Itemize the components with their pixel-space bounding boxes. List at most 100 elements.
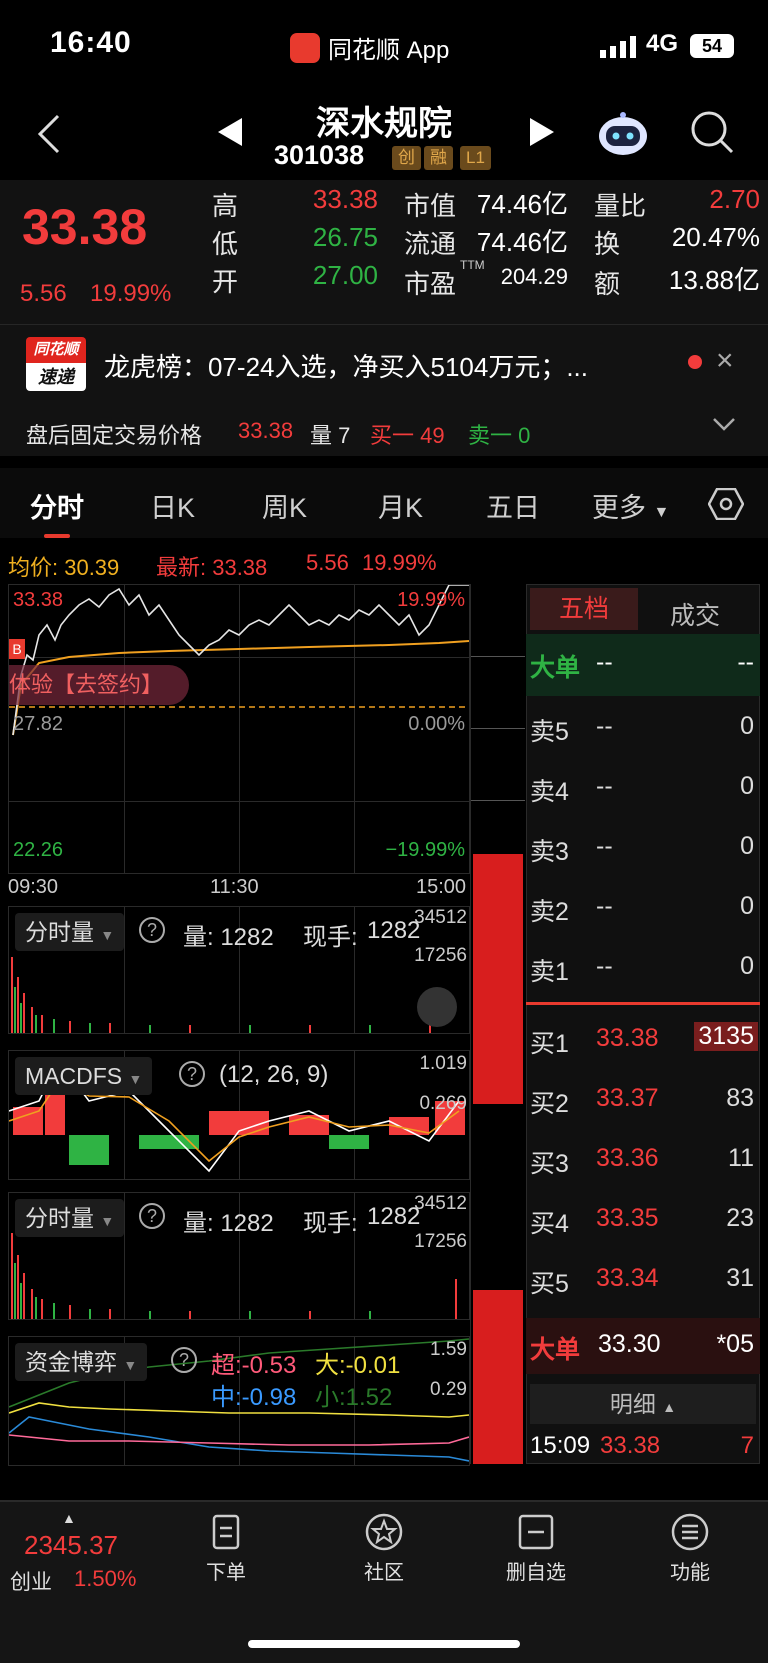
news-flash[interactable]: 同花顺 速递 龙虎榜：07-24入选，净买入5104万元；... [0, 324, 768, 404]
buy-row[interactable]: 买4 33.35 23 [526, 1190, 760, 1250]
buy-row[interactable]: 买1 33.38 3135 [526, 1010, 760, 1070]
price-change: 5.56 [20, 280, 67, 307]
news-text[interactable]: 龙虎榜：07-24入选，净买入5104万元；... [104, 347, 664, 384]
nav-community[interactable]: 社区 [334, 1512, 434, 1585]
sell-row[interactable]: 卖1 -- 0 [526, 938, 760, 998]
big-order-row-buy[interactable]: 大单 33.30 *05 [526, 1318, 760, 1374]
caret-down-icon: ▼ [653, 504, 670, 521]
sign-contract-banner[interactable]: 体验【去签约】 [9, 665, 190, 705]
amount-label: 额 [594, 269, 621, 299]
fund-max: 1.59 [430, 1339, 467, 1360]
settings-hex-icon[interactable] [708, 488, 744, 520]
macd-max: 1.019 [419, 1053, 467, 1074]
auction-strip [470, 584, 525, 1464]
help-icon[interactable]: ? [179, 1061, 205, 1087]
unread-dot-icon [688, 355, 702, 369]
sell-price: -- [596, 832, 613, 860]
sell-row[interactable]: 卖3 -- 0 [526, 818, 760, 878]
detail-toggle[interactable]: 明细 ▲ [530, 1384, 756, 1424]
big-order-price: -- [596, 648, 613, 676]
stock-name: 深水规院 [316, 105, 452, 143]
volume2-qty: 量: 1282 [183, 1210, 274, 1237]
volume2-indicator-select[interactable]: 分时量 ▼ [15, 1199, 125, 1237]
nav-remove-watchlist[interactable]: 删自选 [486, 1512, 586, 1585]
fund-flow-panel[interactable]: 资金博弈 ▼ ? 超:-0.53 大:-0.01 中:-0.98 小:1.52 … [8, 1336, 470, 1466]
menu-circle-icon [671, 1513, 709, 1551]
latest-pct: 19.99% [362, 550, 437, 575]
sell-row[interactable]: 卖4 -- 0 [526, 758, 760, 818]
sell-label: 卖1 [530, 958, 569, 986]
sell-vol: 0 [740, 712, 754, 740]
volume2-max: 34512 [414, 1193, 467, 1214]
after-hours-ask: 卖一 0 [468, 423, 531, 448]
sell-price: -- [596, 712, 613, 740]
tab-five-day[interactable]: 五日 [486, 486, 540, 525]
tab-monthly-k[interactable]: 月K [378, 486, 423, 525]
tab-intraday[interactable]: 分时 [30, 486, 84, 525]
sell-row[interactable]: 卖2 -- 0 [526, 878, 760, 938]
nav-order[interactable]: 下单 [176, 1512, 276, 1585]
chart-bot-price: 22.26 [13, 839, 64, 861]
tab-daily-k[interactable]: 日K [150, 486, 195, 525]
index-value[interactable]: 2345.37 [24, 1530, 118, 1561]
robot-assistant-icon[interactable] [598, 112, 648, 156]
active-tab-indicator [44, 534, 70, 538]
index-name: 创业 [10, 1571, 52, 1594]
latest-change: 5.56 [306, 550, 349, 575]
tab-weekly-k[interactable]: 周K [262, 486, 307, 525]
time-start: 09:30 [8, 876, 59, 898]
chevron-down-icon[interactable] [712, 416, 736, 432]
macd-panel[interactable]: MACDFS ▼ ? (12, 26, 9) 1.019 0.269 [8, 1050, 470, 1180]
sell-label: 卖4 [530, 778, 569, 806]
nav-remove-label: 删自选 [506, 1562, 566, 1584]
order-doc-icon [212, 1514, 240, 1550]
buy-vol: 31 [726, 1264, 754, 1292]
fund-indicator-select[interactable]: 资金博弈 ▼ [15, 1343, 148, 1381]
nav-community-label: 社区 [364, 1562, 404, 1584]
tab-trades[interactable]: 成交 [670, 596, 720, 632]
buy-label: 买5 [530, 1270, 569, 1298]
sell-row[interactable]: 卖5 -- 0 [526, 698, 760, 758]
big-order-row-sell[interactable]: 大单 -- -- [526, 634, 760, 696]
expand-icon[interactable] [417, 987, 457, 1027]
volume-max: 34512 [414, 907, 467, 928]
after-hours-row[interactable]: 盘后固定交易价格 33.38 量 7 买一 49 卖一 0 [0, 404, 768, 456]
quote-panel: 33.38 5.56 19.99% 高 33.38 低 26.75 开 27.0… [0, 180, 768, 324]
buy-row[interactable]: 买2 33.37 83 [526, 1070, 760, 1130]
help-icon[interactable]: ? [171, 1347, 197, 1373]
intraday-chart[interactable]: 33.38 19.99% 27.82 0.00% 22.26 −19.99% B… [8, 584, 470, 874]
chart-bot-pct: −19.99% [385, 839, 465, 861]
macd-mid: 0.269 [419, 1093, 467, 1114]
buy-label: 买1 [530, 1030, 569, 1058]
nav-functions-label: 功能 [670, 1562, 710, 1584]
community-star-icon [365, 1513, 403, 1551]
index-pct: 1.50% [74, 1566, 137, 1591]
macd-indicator-select[interactable]: MACDFS ▼ [15, 1057, 153, 1095]
volume-indicator-select[interactable]: 分时量 ▼ [15, 913, 125, 951]
nav-functions[interactable]: 功能 [640, 1512, 740, 1585]
buy-label: 买2 [530, 1090, 569, 1118]
sell-label: 卖5 [530, 718, 569, 746]
after-hours-volume: 量 7 [310, 423, 351, 448]
search-icon[interactable] [690, 110, 734, 154]
buy-row[interactable]: 买3 33.36 11 [526, 1130, 760, 1190]
help-icon[interactable]: ? [139, 917, 165, 943]
buy-vol: 23 [726, 1204, 754, 1232]
volume-ratio-label: 量比 [594, 191, 647, 221]
buy-row[interactable]: 买5 33.34 31 [526, 1250, 760, 1310]
buy-marker[interactable]: B [9, 639, 25, 659]
last-price: 33.38 [22, 199, 148, 255]
fund-mid: 中:-0.98 [211, 1384, 297, 1411]
trade-row: 15:09 33.38 7 [526, 1428, 760, 1464]
help-icon[interactable]: ? [139, 1203, 165, 1229]
close-icon[interactable]: × [716, 344, 734, 378]
tag-l1: L1 [460, 146, 491, 170]
volume-panel-1[interactable]: 分时量 ▼ ? 量: 1282 现手: 1282 34512 17256 [8, 906, 470, 1034]
tab-more[interactable]: 更多 ▼ [592, 486, 669, 525]
high-label: 高 [212, 191, 239, 221]
next-stock-icon[interactable] [530, 118, 554, 146]
volume-panel-2[interactable]: 分时量 ▼ ? 量: 1282 现手: 1282 34512 17256 [8, 1192, 470, 1320]
buy-label: 买4 [530, 1210, 569, 1238]
sell-price: -- [596, 772, 613, 800]
tab-five-levels[interactable]: 五档 [530, 588, 638, 630]
